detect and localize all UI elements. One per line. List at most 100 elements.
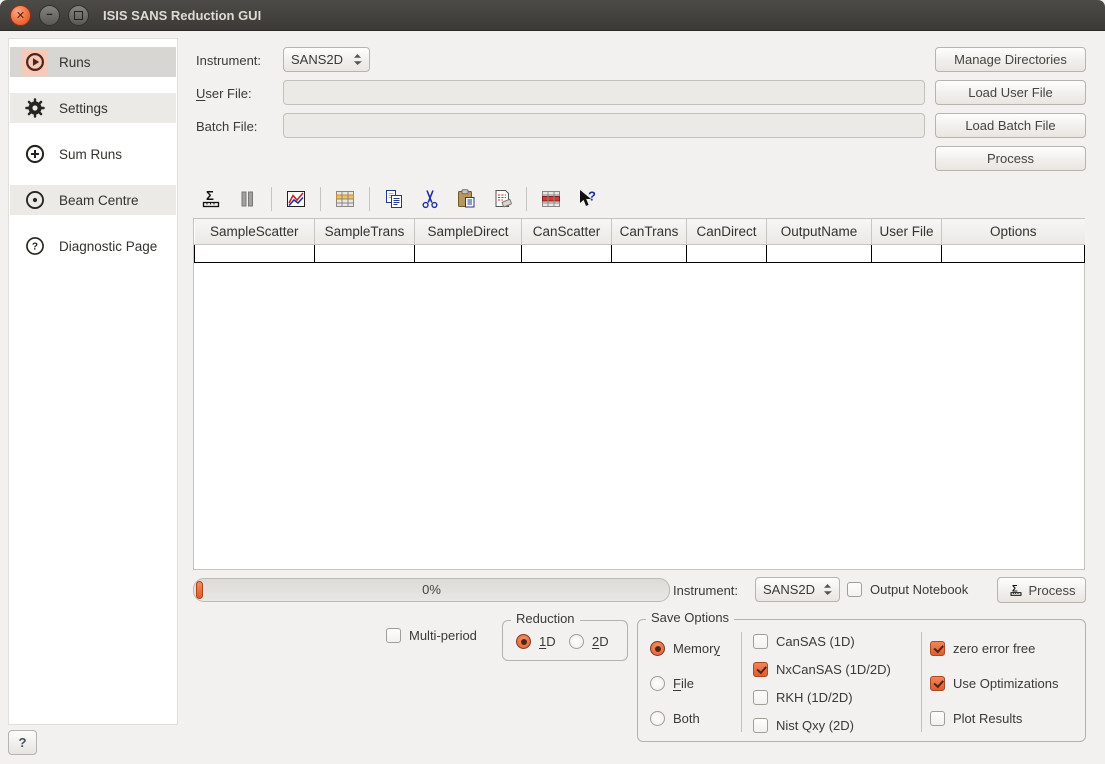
maximize-button[interactable] [68,5,89,26]
instrument-select[interactable]: SANS2D [283,47,370,72]
spinner-arrows-icon[interactable] [823,583,832,596]
checkbox-icon[interactable] [930,711,945,726]
sum-icon[interactable]: Σ [199,187,223,211]
nxcansas-checkbox[interactable]: NxCanSAS (1D/2D) [753,662,891,677]
output-notebook-label: Output Notebook [870,582,968,597]
batch-file-input[interactable] [283,113,925,138]
table-cell[interactable] [522,245,612,263]
toolbar-separator [320,187,321,211]
checkbox-icon[interactable] [753,662,768,677]
radio-icon[interactable] [650,676,665,691]
insert-row-icon[interactable] [333,187,357,211]
footer-process-label: Process [1029,583,1076,598]
column-header[interactable]: SampleTrans [315,219,415,245]
sidebar-item-sum-runs[interactable]: Sum Runs [10,139,176,169]
column-header[interactable]: OutputName [767,219,872,245]
save-memory-label: Memory [673,641,720,656]
sidebar-item-label: Runs [59,55,91,70]
cansas-checkbox[interactable]: CanSAS (1D) [753,634,855,649]
nist-qxy-checkbox[interactable]: Nist Qxy (2D) [753,718,854,733]
table-cell[interactable] [942,245,1085,263]
sidebar-item-label: Beam Centre [59,193,139,208]
checkbox-icon[interactable] [753,690,768,705]
rkh-checkbox[interactable]: RKH (1D/2D) [753,690,853,705]
batch-file-label: Batch File: [196,119,257,134]
table-cell[interactable] [195,245,315,263]
copy-icon[interactable] [382,187,406,211]
checkbox-icon[interactable] [386,628,401,643]
column-header[interactable]: User File [872,219,942,245]
sidebar-item-beam-centre[interactable]: Beam Centre [10,185,176,215]
column-header[interactable]: SampleScatter [195,219,315,245]
output-notebook-checkbox[interactable]: Output Notebook [847,582,968,597]
table-toolbar: Σ ? [193,185,605,213]
pause-icon[interactable] [235,187,259,211]
plot-icon[interactable] [284,187,308,211]
checkbox-icon[interactable] [753,634,768,649]
user-file-label: User File: [196,86,252,101]
maximize-icon [74,11,83,20]
toolbar-separator [271,187,272,211]
table-cell[interactable] [767,245,872,263]
save-options-title: Save Options [646,610,734,625]
plot-results-checkbox[interactable]: Plot Results [930,711,1022,726]
toolbar-separator [369,187,370,211]
minimize-button[interactable]: − [39,5,60,26]
checkbox-icon[interactable] [847,582,862,597]
radio-icon[interactable] [569,634,584,649]
column-header[interactable]: CanTrans [612,219,687,245]
use-optimizations-checkbox[interactable]: Use Optimizations [930,676,1058,691]
radio-icon[interactable] [516,634,531,649]
table-cell[interactable] [315,245,415,263]
cansas-label: CanSAS (1D) [776,634,855,649]
load-user-file-button[interactable]: Load User File [935,80,1086,105]
manage-directories-button[interactable]: Manage Directories [935,47,1086,72]
table-cell[interactable] [687,245,767,263]
table-header-row: SampleScatter SampleTrans SampleDirect C… [195,219,1085,245]
column-header[interactable]: SampleDirect [415,219,522,245]
app-window: ✕ − ISIS SANS Reduction GUI Runs [0,0,1105,764]
checkbox-icon[interactable] [753,718,768,733]
sidebar-item-label: Settings [59,101,108,116]
sidebar-item-label: Sum Runs [59,147,122,162]
delete-row-icon[interactable] [539,187,563,211]
load-batch-file-button[interactable]: Load Batch File [935,113,1086,138]
paste-icon[interactable] [454,187,478,211]
sidebar-item-runs[interactable]: Runs [10,47,176,77]
reduction-2d-radio[interactable]: 2D [569,634,609,649]
zero-error-free-checkbox[interactable]: zero error free [930,641,1035,656]
spinner-arrows-icon[interactable] [353,53,362,66]
close-button[interactable]: ✕ [10,5,31,26]
column-header[interactable]: CanScatter [522,219,612,245]
save-both-radio[interactable]: Both [650,711,700,726]
table-cell[interactable] [415,245,522,263]
save-memory-radio[interactable]: Memory [650,641,720,656]
erase-icon[interactable] [490,187,514,211]
sidebar-item-diagnostic-page[interactable]: ? Diagnostic Page [10,231,176,261]
question-circle-icon: ? [22,233,48,259]
dot-circle-icon [22,187,48,213]
checkbox-icon[interactable] [930,641,945,656]
footer-instrument-select[interactable]: SANS2D [755,577,840,602]
user-file-input[interactable] [283,80,925,105]
reduction-title: Reduction [511,611,580,626]
whats-this-icon[interactable]: ? [575,187,599,211]
multi-period-checkbox[interactable]: Multi-period [386,628,477,643]
column-header[interactable]: CanDirect [687,219,767,245]
cut-icon[interactable] [418,187,442,211]
process-button[interactable]: Process [935,146,1086,171]
radio-icon[interactable] [650,641,665,656]
sidebar-item-settings[interactable]: Settings [10,93,176,123]
checkbox-icon[interactable] [930,676,945,691]
help-button[interactable]: ? [8,730,37,755]
svg-text:?: ? [32,242,38,253]
svg-text:?: ? [588,189,596,204]
play-circle-icon [22,49,48,75]
reduction-1d-radio[interactable]: 1D [516,634,556,649]
table-cell[interactable] [612,245,687,263]
column-header[interactable]: Options [942,219,1085,245]
footer-process-button[interactable]: Σ Process [997,577,1086,603]
table-cell[interactable] [872,245,942,263]
save-file-radio[interactable]: File [650,676,694,691]
radio-icon[interactable] [650,711,665,726]
